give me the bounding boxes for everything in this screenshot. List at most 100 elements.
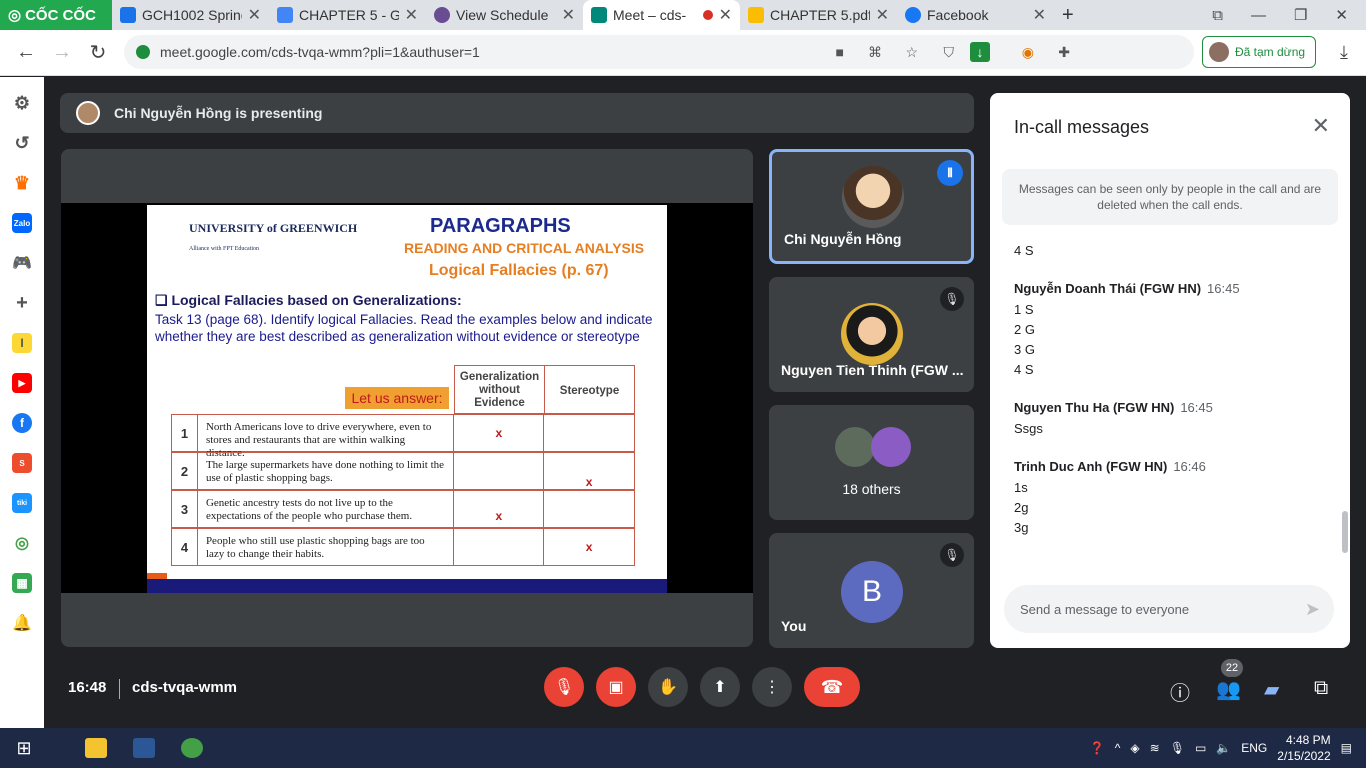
- help-icon[interactable]: ❓: [1090, 741, 1105, 755]
- minimize-button[interactable]: —: [1251, 7, 1266, 24]
- slide-subtitle: READING AND CRITICAL ANALYSIS: [404, 240, 645, 256]
- tab-facebook[interactable]: Facebook ✕: [897, 0, 1054, 30]
- coccoc-icon[interactable]: ◎: [12, 533, 32, 553]
- bookmark-star-icon[interactable]: ☆: [905, 44, 918, 61]
- notifications-icon[interactable]: ▤: [1341, 741, 1352, 755]
- language-indicator[interactable]: ENG: [1241, 741, 1267, 755]
- info-icon[interactable]: ⓘ: [1170, 677, 1190, 706]
- url-field[interactable]: meet.google.com/cds-tvqa-wmm?pli=1&authu…: [124, 35, 1194, 69]
- meet-window: Chi Nguyễn Hồng is presenting UNIVERSITY…: [44, 77, 1366, 728]
- tab-gch1002[interactable]: GCH1002 Spring ✕: [112, 0, 269, 30]
- puzzle-icon[interactable]: ✚: [1058, 44, 1070, 61]
- activities-icon[interactable]: ⧉: [1314, 677, 1328, 700]
- chevron-up-icon[interactable]: ^: [1115, 741, 1121, 755]
- participant-tile-presenter[interactable]: ⦀ Chi Nguyễn Hồng: [769, 149, 974, 264]
- others-count-label: 18 others: [842, 481, 901, 497]
- zalo-icon[interactable]: Zalo: [12, 213, 32, 233]
- mic-icon[interactable]: 🎙: [1170, 741, 1185, 755]
- taskbar-clock[interactable]: 4:48 PM 2/15/2022: [1277, 732, 1330, 764]
- more-options-button[interactable]: ⋮: [752, 667, 792, 707]
- forward-button[interactable]: →: [44, 41, 80, 64]
- facebook-icon[interactable]: f: [12, 413, 32, 433]
- tiki-icon[interactable]: tiki: [12, 493, 32, 513]
- chat-input[interactable]: Send a message to everyone ➤: [1004, 585, 1334, 633]
- bell-icon[interactable]: 🔔: [12, 613, 32, 633]
- notes-icon[interactable]: I: [12, 333, 32, 353]
- tab-close-icon[interactable]: ✕: [562, 5, 575, 25]
- participant-tile-thinh[interactable]: 🎙 Nguyen Tien Thinh (FGW ...: [769, 277, 974, 392]
- back-button[interactable]: ←: [8, 41, 44, 64]
- message-line: 4 S: [1014, 243, 1034, 258]
- windows-start-icon[interactable]: ⊞: [0, 738, 48, 759]
- new-tab-button[interactable]: +: [1054, 4, 1082, 27]
- presentation-stage[interactable]: UNIVERSITY of GREENWICH Alliance with FP…: [61, 149, 753, 647]
- translate-icon[interactable]: ⌘: [868, 44, 882, 61]
- meeting-code: cds-tvqa-wmm: [132, 679, 238, 696]
- tab-search-icon[interactable]: ⧉: [1212, 7, 1223, 24]
- coccoc-logo-icon: ◎: [8, 7, 22, 24]
- participant-tile-others[interactable]: 18 others: [769, 405, 974, 520]
- tab-label: CHAPTER 5.pdf: [770, 7, 870, 23]
- leave-call-button[interactable]: ☎: [804, 667, 860, 707]
- people-icon[interactable]: 👥: [1216, 677, 1241, 702]
- chat-scrollbar[interactable]: [1342, 511, 1348, 553]
- battery-icon[interactable]: ▭: [1195, 741, 1206, 755]
- tab-chapter5-pdf[interactable]: CHAPTER 5.pdf ✕: [740, 0, 897, 30]
- send-icon[interactable]: ➤: [1305, 599, 1320, 620]
- mic-off-button[interactable]: 🎙: [544, 667, 584, 707]
- shield-icon[interactable]: ⛉: [944, 44, 955, 61]
- crown-icon[interactable]: ♛: [12, 173, 32, 193]
- tab-close-icon[interactable]: ✕: [719, 5, 732, 25]
- present-button[interactable]: ⬆: [700, 667, 740, 707]
- wifi-icon[interactable]: ≋: [1150, 741, 1160, 755]
- restore-button[interactable]: ❐: [1294, 6, 1307, 24]
- chat-icon[interactable]: ▰: [1264, 677, 1279, 702]
- tab-close-icon[interactable]: ✕: [248, 5, 261, 25]
- file-explorer-icon[interactable]: [72, 728, 120, 768]
- shopee-icon[interactable]: S: [12, 453, 32, 473]
- meet-icon: [591, 7, 607, 23]
- word-icon[interactable]: [120, 728, 168, 768]
- divider: [119, 679, 120, 699]
- network-icon[interactable]: ◈: [1130, 741, 1139, 755]
- raise-hand-button[interactable]: ✋: [648, 667, 688, 707]
- meeting-control-bar: 16:48 cds-tvqa-wmm 🎙 ▣ ✋ ⬆ ⋮ ☎ ⓘ 👥 22 ▰ …: [44, 657, 1366, 728]
- game-icon[interactable]: 🎮: [12, 253, 32, 273]
- taskbar-time: 4:48 PM: [1285, 733, 1331, 747]
- tab-close-icon[interactable]: ✕: [1033, 5, 1046, 25]
- chat-notice: Messages can be seen only by people in t…: [1002, 169, 1338, 225]
- extension-icon[interactable]: ◉: [1022, 44, 1034, 61]
- tab-close-icon[interactable]: ✕: [405, 5, 418, 25]
- tab-label: CHAPTER 5 - Go: [299, 7, 399, 23]
- coccoc-brand[interactable]: ◎ CỐC CỐC: [0, 0, 112, 30]
- chat-message: Trinh Duc Anh (FGW HN) 16:46 1s 2g 3g: [1014, 459, 1334, 540]
- camera-off-button[interactable]: ▣: [596, 667, 636, 707]
- plus-icon[interactable]: +: [12, 292, 32, 314]
- history-icon[interactable]: ↺: [12, 133, 32, 153]
- tab-chapter5-docs[interactable]: CHAPTER 5 - Go ✕: [269, 0, 426, 30]
- youtube-icon[interactable]: ▶: [12, 373, 32, 393]
- tab-close-icon[interactable]: ✕: [876, 5, 889, 25]
- close-icon[interactable]: ✕: [1312, 113, 1330, 139]
- chat-message-list[interactable]: 3 G 4 S Nguyễn Doanh Thái (FGW HN)16:45 …: [1014, 235, 1334, 577]
- chat-message: Nguyen Thu Ha (FGW HN) 16:45 Ssgs: [1014, 400, 1334, 441]
- reload-button[interactable]: ↻: [80, 40, 116, 65]
- facebook-icon: [905, 7, 921, 23]
- download-icon[interactable]: ↓: [970, 42, 990, 62]
- row-mark-generalization: x: [454, 491, 545, 527]
- sheet-icon[interactable]: ▦: [12, 573, 32, 593]
- participant-tile-you[interactable]: B 🎙 You: [769, 533, 974, 648]
- tab-view-schedule[interactable]: View Schedule ✕: [426, 0, 583, 30]
- volume-icon[interactable]: 🔈: [1216, 741, 1231, 755]
- camera-icon[interactable]: ■: [836, 44, 844, 60]
- close-window-button[interactable]: ✕: [1335, 6, 1348, 24]
- row-mark-stereotype: x: [585, 475, 593, 489]
- speaking-indicator-icon: ⦀: [937, 160, 963, 186]
- gear-icon[interactable]: ⚙: [12, 93, 32, 113]
- uni-name: UNIVERSITY of GREENWICH: [189, 221, 358, 235]
- profile-paused-button[interactable]: Đã tạm dừng: [1202, 36, 1316, 68]
- camera-off-icon: ▣: [608, 679, 624, 696]
- downloads-icon[interactable]: ⤓: [1340, 42, 1348, 63]
- coccoc-taskbar-icon[interactable]: [168, 728, 216, 768]
- tab-meet[interactable]: Meet – cds- ✕: [583, 0, 740, 30]
